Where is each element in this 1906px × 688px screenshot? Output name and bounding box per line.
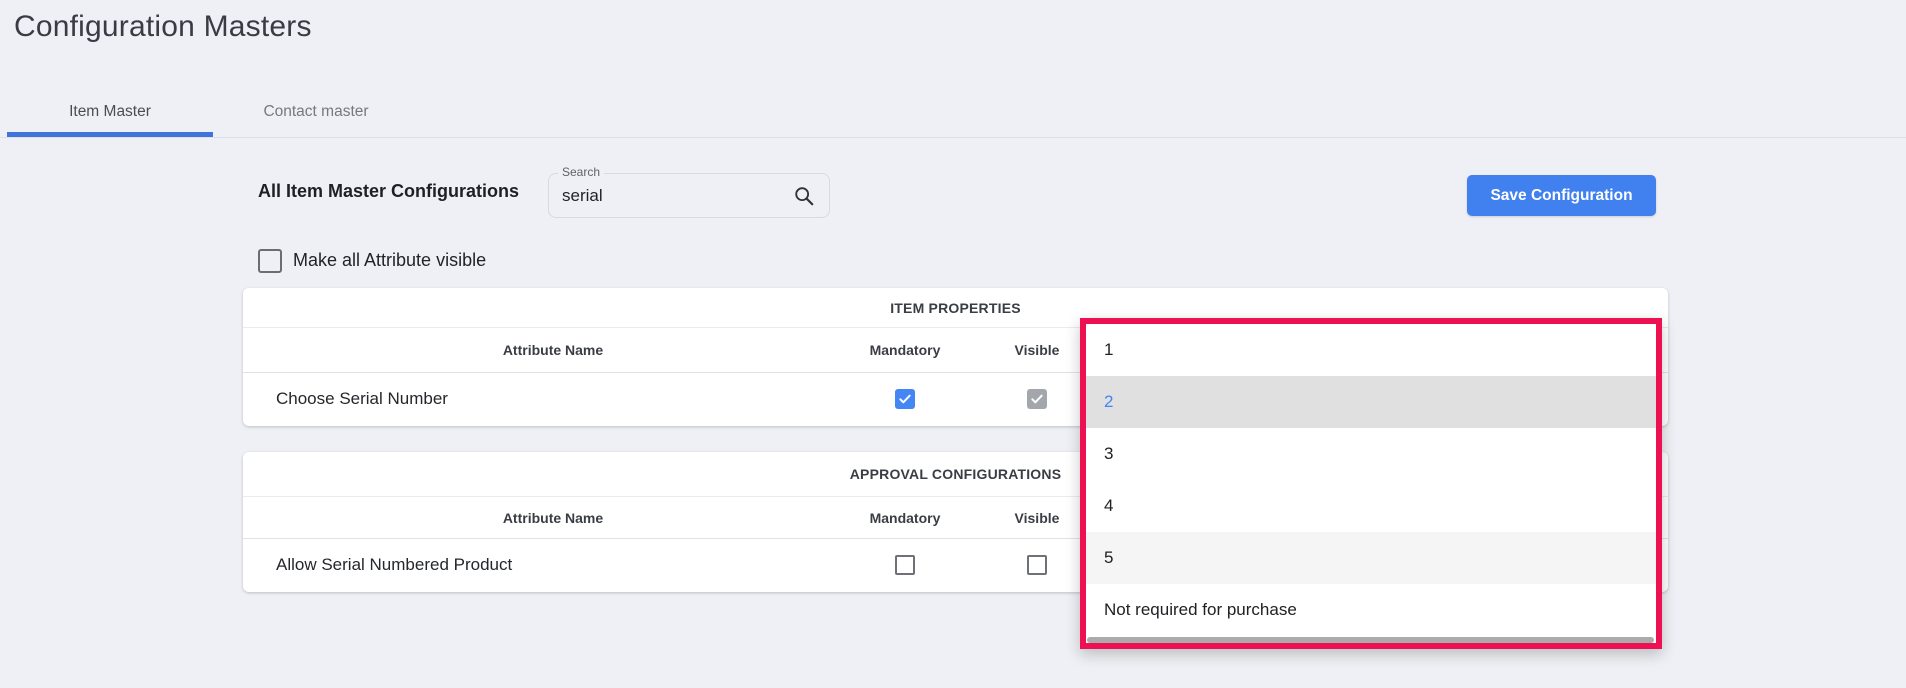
- column-header-attribute-name: Attribute Name: [453, 328, 653, 372]
- search-input[interactable]: [549, 174, 829, 217]
- dropdown-option-2-selected[interactable]: 2: [1086, 376, 1656, 428]
- page-title: Configuration Masters: [14, 10, 312, 44]
- dropdown-menu: 1 2 3 4 5 Not required for purchase: [1086, 324, 1656, 643]
- column-header-mandatory: Mandatory: [835, 497, 975, 538]
- check-icon: [1029, 391, 1045, 407]
- tab-contact-master[interactable]: Contact master: [213, 86, 419, 138]
- visible-checkbox-checked-disabled[interactable]: [1027, 389, 1047, 409]
- search-field[interactable]: Search: [548, 173, 830, 218]
- column-header-mandatory: Mandatory: [835, 328, 975, 372]
- dropdown-option-1[interactable]: 1: [1086, 324, 1656, 376]
- pink-annotation-highlight-box: 1 2 3 4 5 Not required for purchase: [1080, 318, 1662, 649]
- dropdown-option-4[interactable]: 4: [1086, 480, 1656, 532]
- save-configuration-button[interactable]: Save Configuration: [1467, 175, 1656, 216]
- mandatory-checkbox-checked[interactable]: [895, 389, 915, 409]
- attribute-name-cell: Allow Serial Numbered Product: [276, 539, 512, 591]
- mandatory-checkbox-unchecked[interactable]: [895, 555, 915, 575]
- column-header-visible: Visible: [977, 328, 1097, 372]
- make-all-visible-label: Make all Attribute visible: [293, 250, 486, 271]
- horizontal-scrollbar[interactable]: [1087, 637, 1654, 643]
- make-all-visible-checkbox[interactable]: [258, 249, 282, 273]
- attribute-name-cell: Choose Serial Number: [276, 373, 448, 424]
- check-icon: [897, 391, 913, 407]
- section-title: All Item Master Configurations: [258, 181, 519, 202]
- column-header-visible: Visible: [977, 497, 1097, 538]
- dropdown-option-5[interactable]: 5: [1086, 532, 1656, 584]
- tab-bar: Item Master Contact master: [0, 86, 1906, 138]
- column-header-attribute-name: Attribute Name: [453, 497, 653, 538]
- tabbar-divider: [0, 137, 1906, 138]
- dropdown-option-3[interactable]: 3: [1086, 428, 1656, 480]
- search-icon[interactable]: [793, 185, 815, 207]
- dropdown-option-not-required[interactable]: Not required for purchase: [1086, 584, 1656, 636]
- make-all-visible-row: Make all Attribute visible: [258, 247, 486, 274]
- visible-checkbox-unchecked[interactable]: [1027, 555, 1047, 575]
- tab-item-master[interactable]: Item Master: [7, 86, 213, 138]
